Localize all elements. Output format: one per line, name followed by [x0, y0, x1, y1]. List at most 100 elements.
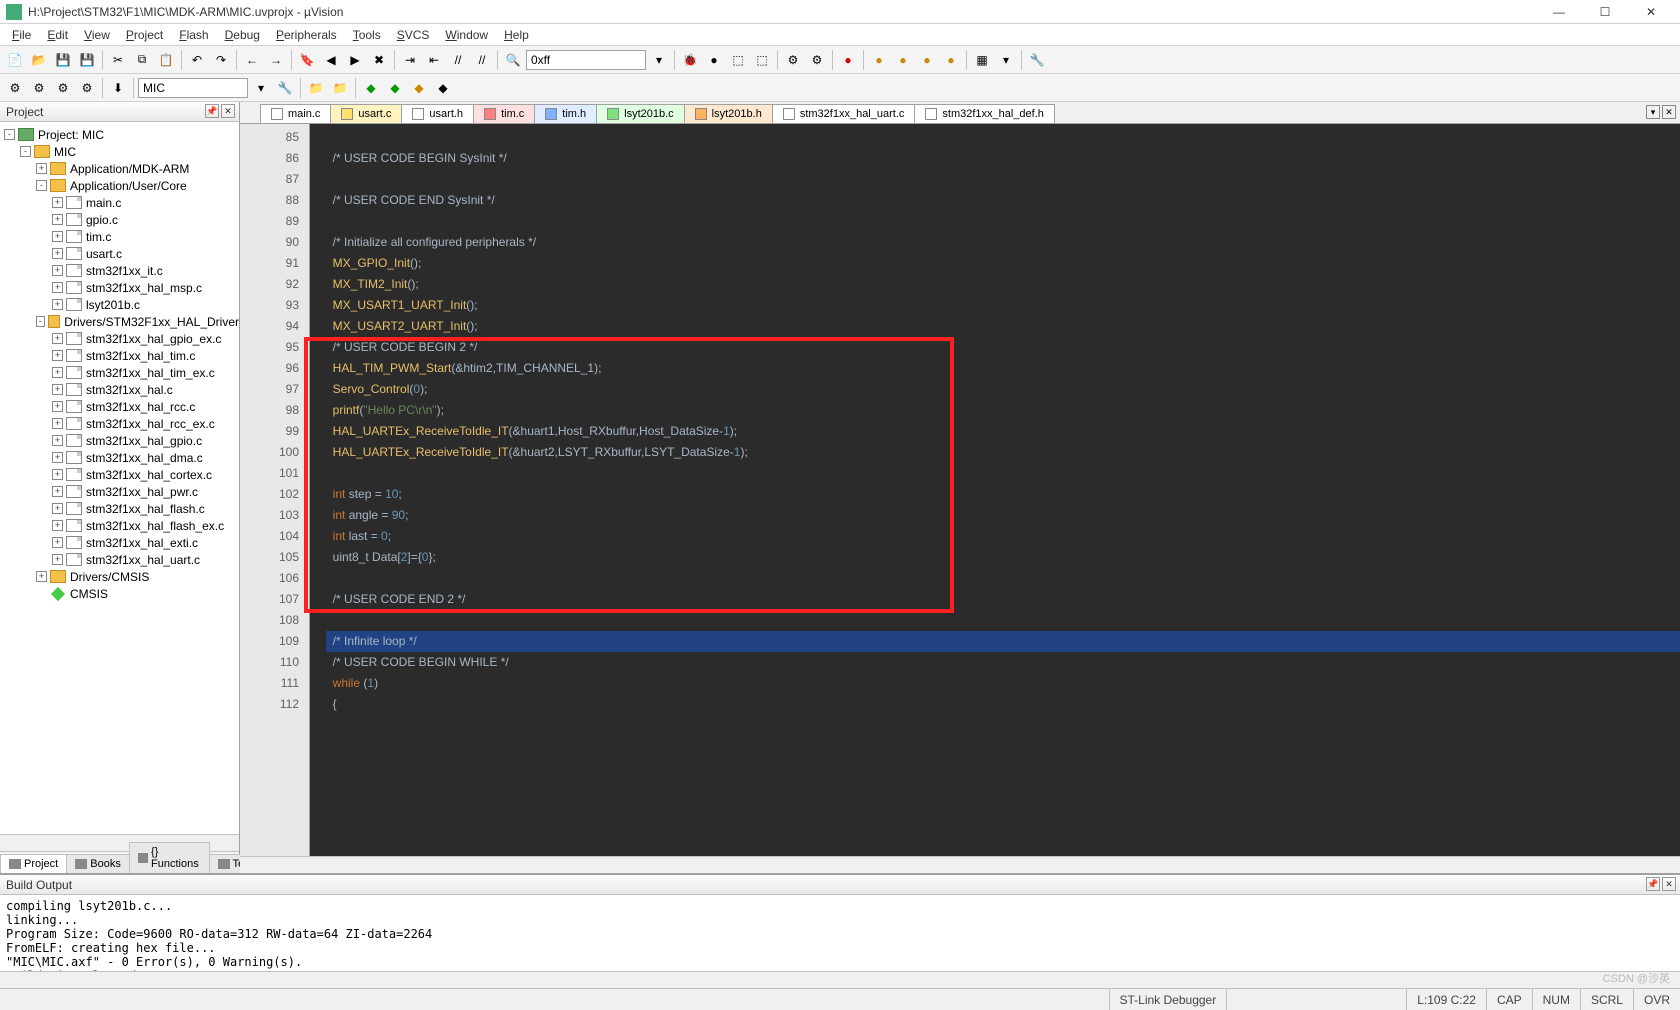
- tree-file[interactable]: +lsyt201b.c: [0, 296, 239, 313]
- breakpoint-icon[interactable]: ●: [703, 49, 725, 71]
- code-line[interactable]: printf("Hello PC\r\n");: [326, 400, 1680, 421]
- minimize-button[interactable]: —: [1536, 0, 1582, 24]
- pack-icon[interactable]: ◆: [408, 77, 430, 99]
- manage-icon[interactable]: 📁: [329, 77, 351, 99]
- debug-icon[interactable]: 🐞: [679, 49, 701, 71]
- outdent-icon[interactable]: ⇤: [423, 49, 445, 71]
- close-button[interactable]: ✕: [1628, 0, 1674, 24]
- code-line[interactable]: /* USER CODE BEGIN SysInit */: [326, 148, 1680, 169]
- nav-forward-icon[interactable]: →: [265, 49, 287, 71]
- menu-peripherals[interactable]: Peripherals: [268, 26, 345, 44]
- code-line[interactable]: [326, 610, 1680, 631]
- file-tab[interactable]: usart.h: [401, 104, 474, 123]
- code-line[interactable]: [326, 463, 1680, 484]
- copy-icon[interactable]: ⧉: [131, 49, 153, 71]
- menu-edit[interactable]: Edit: [39, 26, 76, 44]
- code-editor[interactable]: 8586878889909192939495969798991001011021…: [240, 124, 1680, 856]
- target-dropdown-icon[interactable]: ▾: [250, 77, 272, 99]
- tree-file[interactable]: +stm32f1xx_hal_rcc_ex.c: [0, 415, 239, 432]
- run-icon[interactable]: ●: [868, 49, 890, 71]
- code-line[interactable]: {: [326, 694, 1680, 715]
- redo-icon[interactable]: ↷: [210, 49, 232, 71]
- code-line[interactable]: int step = 10;: [326, 484, 1680, 505]
- code-line[interactable]: MX_GPIO_Init();: [326, 253, 1680, 274]
- tree-file[interactable]: +stm32f1xx_hal_flash_ex.c: [0, 517, 239, 534]
- save-all-icon[interactable]: 💾: [76, 49, 98, 71]
- code-line[interactable]: [326, 127, 1680, 148]
- menu-tools[interactable]: Tools: [345, 26, 389, 44]
- tree-group[interactable]: -Drivers/STM32F1xx_HAL_Driver: [0, 313, 239, 330]
- target-select[interactable]: [138, 78, 248, 98]
- close-panel-icon[interactable]: ✕: [1662, 877, 1676, 891]
- tree-file[interactable]: +tim.c: [0, 228, 239, 245]
- tree-file[interactable]: +main.c: [0, 194, 239, 211]
- batch-build-icon[interactable]: ⚙: [76, 77, 98, 99]
- download-icon[interactable]: ⬇: [107, 77, 129, 99]
- tree-file[interactable]: +gpio.c: [0, 211, 239, 228]
- file-tab[interactable]: lsyt201b.c: [596, 104, 685, 123]
- code-line[interactable]: /* USER CODE END SysInit */: [326, 190, 1680, 211]
- rebuild-icon[interactable]: ⚙: [52, 77, 74, 99]
- code-line[interactable]: Servo_Control(0);: [326, 379, 1680, 400]
- menu-window[interactable]: Window: [437, 26, 496, 44]
- tb-icon[interactable]: ⚙: [782, 49, 804, 71]
- tree-file[interactable]: +stm32f1xx_hal_cortex.c: [0, 466, 239, 483]
- tb-icon[interactable]: ⬚: [751, 49, 773, 71]
- menu-help[interactable]: Help: [496, 26, 537, 44]
- file-tab[interactable]: usart.c: [330, 104, 402, 123]
- code-line[interactable]: /* Initialize all configured peripherals…: [326, 232, 1680, 253]
- tree-file[interactable]: +stm32f1xx_it.c: [0, 262, 239, 279]
- paste-icon[interactable]: 📋: [155, 49, 177, 71]
- pack-icon[interactable]: ◆: [432, 77, 454, 99]
- sidebar-tab[interactable]: {} Functions: [129, 842, 210, 873]
- find-input[interactable]: [526, 50, 646, 70]
- tree-file[interactable]: +stm32f1xx_hal_gpio_ex.c: [0, 330, 239, 347]
- tree-root[interactable]: -Project: MIC: [0, 126, 239, 143]
- pack-icon[interactable]: ◆: [360, 77, 382, 99]
- tree-group[interactable]: -Application/User/Core: [0, 177, 239, 194]
- nav-back-icon[interactable]: ←: [241, 49, 263, 71]
- code-line[interactable]: HAL_TIM_PWM_Start(&htim2,TIM_CHANNEL_1);: [326, 358, 1680, 379]
- close-panel-icon[interactable]: ✕: [221, 104, 235, 118]
- cut-icon[interactable]: ✂: [107, 49, 129, 71]
- code-line[interactable]: HAL_UARTEx_ReceiveToIdle_IT(&huart1,Host…: [326, 421, 1680, 442]
- find-dropdown-icon[interactable]: ▾: [648, 49, 670, 71]
- code-line[interactable]: HAL_UARTEx_ReceiveToIdle_IT(&huart2,LSYT…: [326, 442, 1680, 463]
- code-line[interactable]: /* USER CODE END 2 */: [326, 589, 1680, 610]
- save-icon[interactable]: 💾: [52, 49, 74, 71]
- tb-icon[interactable]: ⬚: [727, 49, 749, 71]
- open-file-icon[interactable]: 📂: [28, 49, 50, 71]
- code-line[interactable]: MX_USART2_UART_Init();: [326, 316, 1680, 337]
- code-line[interactable]: [326, 568, 1680, 589]
- tree-file[interactable]: +stm32f1xx_hal_dma.c: [0, 449, 239, 466]
- tree-group[interactable]: +Application/MDK-ARM: [0, 160, 239, 177]
- pin-icon[interactable]: 📌: [205, 104, 219, 118]
- code-line[interactable]: /* USER CODE BEGIN 2 */: [326, 337, 1680, 358]
- file-tab[interactable]: tim.c: [473, 104, 535, 123]
- uncomment-icon[interactable]: //: [471, 49, 493, 71]
- menu-svcs[interactable]: SVCS: [389, 26, 438, 44]
- sidebar-tab[interactable]: Project: [0, 854, 67, 873]
- tree-target[interactable]: -MIC: [0, 143, 239, 160]
- editor-scrollbar-h[interactable]: [240, 856, 1680, 873]
- step-icon[interactable]: ●: [940, 49, 962, 71]
- tree-file[interactable]: +stm32f1xx_hal.c: [0, 381, 239, 398]
- build-all-icon[interactable]: ⚙: [28, 77, 50, 99]
- menu-file[interactable]: File: [4, 26, 39, 44]
- bookmark-next-icon[interactable]: ▶: [344, 49, 366, 71]
- tree-file[interactable]: +stm32f1xx_hal_gpio.c: [0, 432, 239, 449]
- code-line[interactable]: /* Infinite loop */: [326, 631, 1680, 652]
- tree-file[interactable]: +stm32f1xx_hal_tim_ex.c: [0, 364, 239, 381]
- start-debug-icon[interactable]: ●: [837, 49, 859, 71]
- manage-icon[interactable]: 📁: [305, 77, 327, 99]
- tree-file[interactable]: +stm32f1xx_hal_msp.c: [0, 279, 239, 296]
- code-line[interactable]: MX_USART1_UART_Init();: [326, 295, 1680, 316]
- file-tab[interactable]: main.c: [260, 104, 331, 123]
- build-output-text[interactable]: compiling lsyt201b.c... linking... Progr…: [0, 895, 1680, 971]
- code-line[interactable]: [326, 211, 1680, 232]
- code-line[interactable]: int last = 0;: [326, 526, 1680, 547]
- file-tab[interactable]: lsyt201b.h: [684, 104, 773, 123]
- tree-file[interactable]: +stm32f1xx_hal_pwr.c: [0, 483, 239, 500]
- code-line[interactable]: while (1): [326, 673, 1680, 694]
- file-tab[interactable]: stm32f1xx_hal_def.h: [914, 104, 1055, 123]
